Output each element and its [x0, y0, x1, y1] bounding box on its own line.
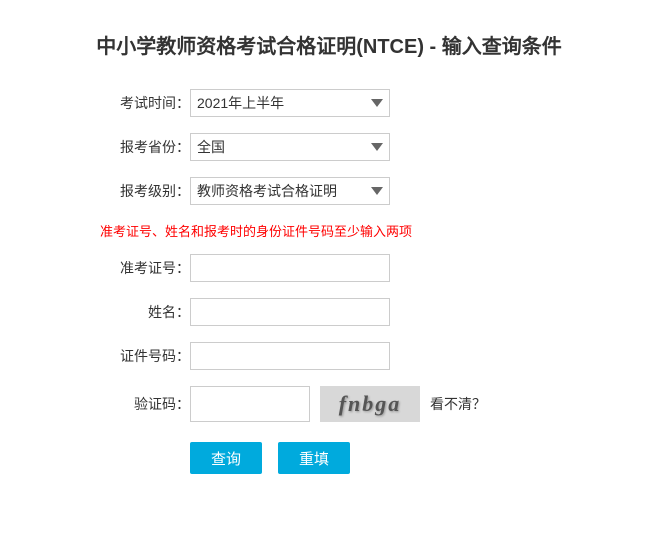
error-message: 准考证号、姓名和报考时的身份证件号码至少输入两项	[100, 221, 618, 240]
button-row: 查询 重填	[190, 442, 618, 474]
captcha-input[interactable]	[190, 386, 310, 422]
captcha-label: 验证码	[100, 394, 190, 414]
captcha-image-text: fnbga	[339, 391, 402, 417]
exam-number-input[interactable]	[190, 254, 390, 282]
reset-button[interactable]: 重填	[278, 442, 350, 474]
exam-province-label: 报考省份	[100, 137, 190, 157]
captcha-controls: fnbga 看不清？	[190, 386, 486, 422]
id-number-row: 证件号码	[100, 342, 618, 370]
captcha-row: 验证码 fnbga 看不清？	[100, 386, 618, 422]
page-title: 中小学教师资格考试合格证明(NTCE) - 输入查询条件	[40, 20, 618, 59]
exam-level-select[interactable]: 教师资格考试合格证明 幼儿园 小学 初中 高中	[190, 177, 390, 205]
captcha-image[interactable]: fnbga	[320, 386, 420, 422]
exam-time-row: 考试时间 2021年上半年 2021年下半年 2020年上半年 2020年下半年	[100, 89, 618, 117]
name-input[interactable]	[190, 298, 390, 326]
exam-province-row: 报考省份 全国 北京 上海 广东	[100, 133, 618, 161]
exam-province-select[interactable]: 全国 北京 上海 广东	[190, 133, 390, 161]
exam-time-label: 考试时间	[100, 93, 190, 113]
exam-number-row: 准考证号	[100, 254, 618, 282]
name-label: 姓名	[100, 302, 190, 322]
exam-level-label: 报考级别	[100, 181, 190, 201]
captcha-refresh-link[interactable]: 看不清？	[430, 394, 486, 414]
query-button[interactable]: 查询	[190, 442, 262, 474]
id-number-label: 证件号码	[100, 346, 190, 366]
page-container: 中小学教师资格考试合格证明(NTCE) - 输入查询条件 考试时间 2021年上…	[0, 0, 658, 544]
name-row: 姓名	[100, 298, 618, 326]
exam-level-row: 报考级别 教师资格考试合格证明 幼儿园 小学 初中 高中	[100, 177, 618, 205]
exam-time-select[interactable]: 2021年上半年 2021年下半年 2020年上半年 2020年下半年	[190, 89, 390, 117]
exam-number-label: 准考证号	[100, 258, 190, 278]
form-section: 考试时间 2021年上半年 2021年下半年 2020年上半年 2020年下半年…	[100, 89, 618, 474]
id-number-input[interactable]	[190, 342, 390, 370]
